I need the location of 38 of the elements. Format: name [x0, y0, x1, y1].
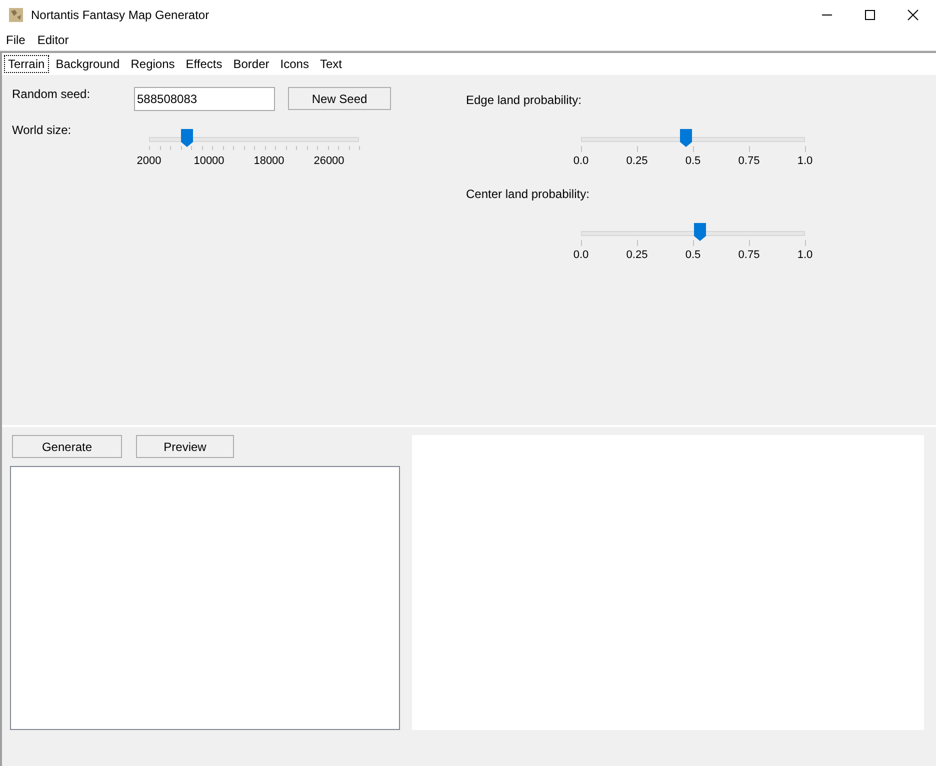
tick-label: 10000 — [194, 155, 224, 167]
field-label: Random seed: — [12, 87, 92, 101]
tick-label: 0.75 — [738, 249, 760, 261]
tick-label: 1.0 — [797, 249, 813, 261]
tab[interactable]: Border — [229, 55, 274, 73]
tab[interactable]: Icons — [276, 55, 313, 73]
app-icon — [8, 7, 24, 23]
tab[interactable]: Terrain — [4, 55, 49, 73]
tick-label: 2000 — [136, 155, 162, 167]
maximize-icon[interactable] — [864, 9, 876, 21]
new-seed-button[interactable]: New Seed — [288, 87, 391, 110]
close-icon[interactable] — [907, 9, 919, 21]
tab[interactable]: Regions — [126, 55, 179, 73]
slider-thumb[interactable] — [680, 129, 692, 147]
tab[interactable]: Background — [52, 55, 124, 73]
tick-label: 18000 — [254, 155, 284, 167]
tick-label: 0.0 — [573, 155, 589, 167]
tick-label: 26000 — [314, 155, 344, 167]
window-title: Nortantis Fantasy Map Generator — [31, 8, 210, 22]
slider-label: Center land probability: — [466, 187, 590, 201]
tick-label: 0.75 — [738, 155, 760, 167]
tick-label: 0.25 — [626, 249, 648, 261]
action-button[interactable]: Preview — [136, 435, 234, 458]
menu-item[interactable]: File — [0, 33, 32, 47]
slider-thumb[interactable] — [694, 223, 706, 241]
slider-thumb[interactable] — [181, 129, 194, 147]
slider-label: Edge land probability: — [466, 93, 582, 107]
tick-label: 0.25 — [626, 155, 648, 167]
tick-label: 0.5 — [685, 155, 701, 167]
action-button[interactable]: Generate — [12, 435, 122, 458]
tick-label: 0.5 — [685, 249, 701, 261]
seed-field[interactable]: 588508083 — [134, 87, 275, 111]
tab[interactable]: Effects — [182, 55, 226, 73]
slider-label: World size: — [12, 123, 72, 137]
menu-item[interactable]: Editor — [31, 33, 75, 47]
tick-label: 1.0 — [797, 155, 813, 167]
tab[interactable]: Text — [316, 55, 346, 73]
tick-label: 0.0 — [573, 249, 589, 261]
